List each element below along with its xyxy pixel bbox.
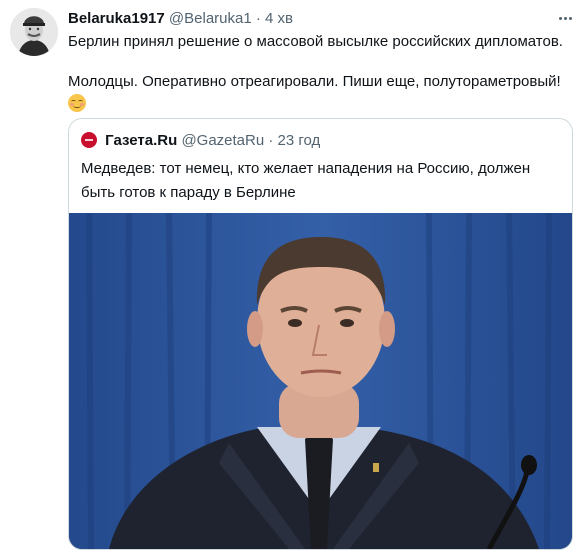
quoted-separator-dot: · xyxy=(268,132,274,149)
avatar[interactable] xyxy=(10,8,58,56)
tweet[interactable]: Belaruka1917 @Belaruka1 · 4 хв Берлин пр… xyxy=(0,0,587,558)
tweet-time[interactable]: 4 хв xyxy=(265,10,293,27)
author-name[interactable]: Belaruka1917 xyxy=(68,10,165,27)
quoted-tweet-photo[interactable] xyxy=(69,213,572,549)
quoted-tweet-time: 23 год xyxy=(277,132,321,149)
photo-image xyxy=(69,213,572,549)
quoted-author-handle: @GazetaRu xyxy=(181,132,265,149)
more-options-icon[interactable] xyxy=(555,8,575,28)
quoted-tweet[interactable]: Газета.Ru @GazetaRu · 23 год Медведев: т… xyxy=(68,118,573,550)
gazeta-logo-icon xyxy=(81,132,97,148)
quoted-tweet-header: Газета.Ru @GazetaRu · 23 год xyxy=(81,131,320,151)
quoted-tweet-text: Медведев: тот немец, кто желает нападени… xyxy=(81,160,531,201)
avatar-image xyxy=(10,8,58,56)
tweet-header: Belaruka1917 @Belaruka1 · 4 хв xyxy=(68,9,557,29)
tweet-text-line-2: Молодцы. Оперативно отреагировали. Пиши … xyxy=(68,73,561,90)
author-handle[interactable]: @Belaruka1 xyxy=(169,10,252,27)
separator-dot: · xyxy=(255,10,261,27)
tweet-text-line-1: Берлин принял решение о массовой высылке… xyxy=(68,33,563,50)
tweet-text: Берлин принял решение о массовой высылке… xyxy=(68,32,573,115)
quoted-author-name: Газета.Ru xyxy=(105,132,178,149)
relieved-face-icon xyxy=(68,94,86,112)
